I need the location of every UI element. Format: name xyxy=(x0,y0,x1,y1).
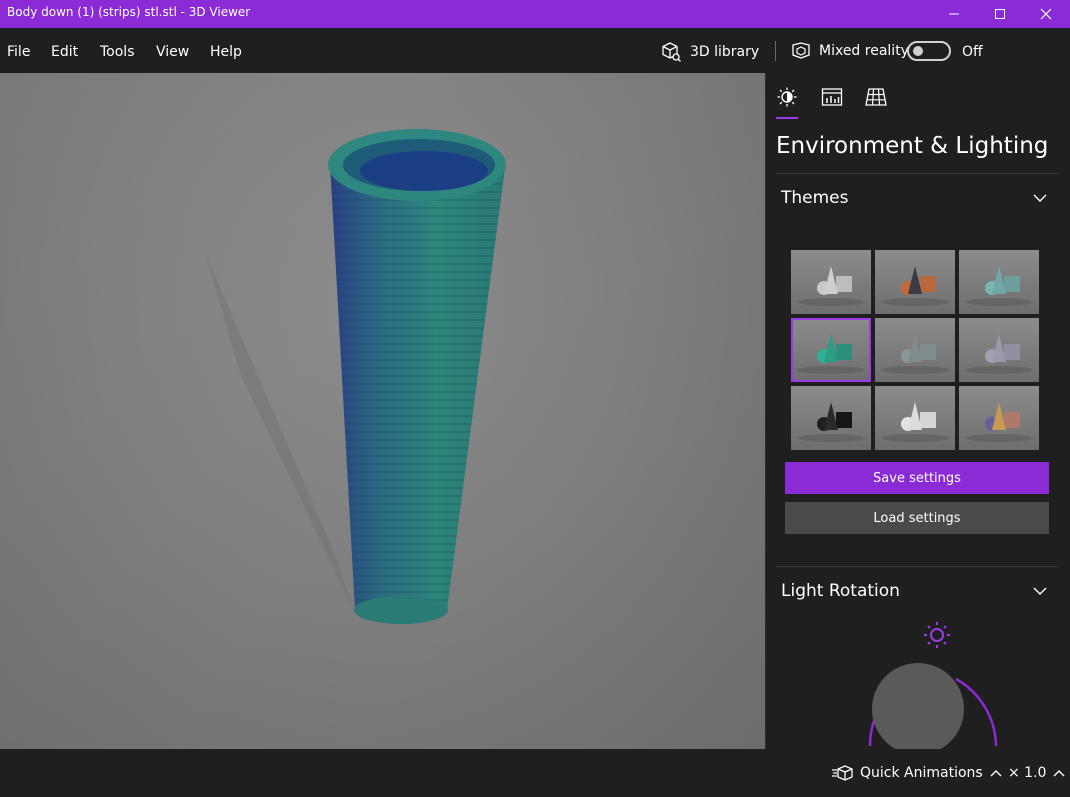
minimize-icon xyxy=(949,13,959,15)
divider xyxy=(776,566,1058,567)
chevron-down-icon[interactable] xyxy=(1032,585,1048,597)
light-rotation-section-title[interactable]: Light Rotation xyxy=(781,581,900,601)
3d-library-button[interactable]: 3D library xyxy=(660,41,759,63)
panel-title: Environment & Lighting xyxy=(776,133,1049,159)
theme-swatch[interactable] xyxy=(875,250,955,314)
load-settings-button[interactable]: Load settings xyxy=(785,502,1049,534)
window-title: Body down (1) (strips) stl.stl - 3D View… xyxy=(7,5,251,19)
stats-shading-icon xyxy=(821,88,843,106)
theme-swatch[interactable] xyxy=(959,318,1039,382)
themes-section-title[interactable]: Themes xyxy=(781,188,849,208)
theme-swatch[interactable] xyxy=(959,250,1039,314)
tab-stats-shading[interactable] xyxy=(821,87,843,107)
mixed-reality-toggle[interactable] xyxy=(907,41,951,61)
menu-tools[interactable]: Tools xyxy=(100,44,135,60)
maximize-button[interactable] xyxy=(977,0,1023,28)
quick-animations-button[interactable]: Quick Animations xyxy=(832,765,1003,781)
cube-library-icon xyxy=(662,42,681,62)
status-bar: Quick Animations × 1.0 xyxy=(0,749,1070,797)
sun-icon xyxy=(924,622,950,648)
menu-help[interactable]: Help xyxy=(210,44,242,60)
animation-cube-icon xyxy=(832,765,853,781)
maximize-icon xyxy=(995,9,1005,19)
active-tab-indicator xyxy=(776,117,798,119)
tab-grid-views[interactable] xyxy=(865,87,887,107)
menu-edit[interactable]: Edit xyxy=(51,44,78,60)
3d-viewport[interactable] xyxy=(0,73,765,749)
menu-file[interactable]: File xyxy=(7,44,30,60)
model-render xyxy=(0,73,765,749)
3d-library-label: 3D library xyxy=(690,44,760,60)
mixed-reality-icon xyxy=(792,42,810,59)
quick-animations-label: Quick Animations xyxy=(860,765,983,781)
menu-separator xyxy=(775,41,776,61)
toggle-knob xyxy=(913,46,923,56)
theme-swatch[interactable] xyxy=(791,318,871,382)
menu-view[interactable]: View xyxy=(156,44,189,60)
animation-speed-label: × 1.0 xyxy=(1008,765,1047,781)
theme-swatch[interactable] xyxy=(875,386,955,450)
mixed-reality-label: Mixed reality xyxy=(819,43,909,59)
tab-environment-lighting[interactable] xyxy=(776,87,798,107)
environment-lighting-icon xyxy=(777,87,797,107)
theme-swatch[interactable] xyxy=(791,250,871,314)
theme-swatch[interactable] xyxy=(959,386,1039,450)
chevron-up-icon xyxy=(990,770,1002,777)
toggle-state-label: Off xyxy=(962,44,983,60)
light-rotation-dial[interactable] xyxy=(766,613,1070,749)
menu-bar: File Edit Tools View Help 3D library Mix… xyxy=(0,28,1070,73)
close-button[interactable] xyxy=(1023,0,1069,28)
chevron-up-icon xyxy=(1053,770,1065,777)
theme-swatch[interactable] xyxy=(875,318,955,382)
mixed-reality-button[interactable]: Mixed reality xyxy=(791,41,909,61)
grid-views-icon xyxy=(865,88,887,106)
save-settings-button[interactable]: Save settings xyxy=(785,462,1049,494)
close-icon xyxy=(1040,8,1052,20)
title-bar: Body down (1) (strips) stl.stl - 3D View… xyxy=(0,0,1070,28)
animation-speed-button[interactable]: × 1.0 xyxy=(1008,765,1066,781)
divider xyxy=(776,173,1058,174)
side-panel: Environment & Lighting Themes Save setti… xyxy=(765,73,1070,749)
theme-swatch[interactable] xyxy=(791,386,871,450)
minimize-button[interactable] xyxy=(931,0,977,28)
light-rotation-sphere xyxy=(872,663,964,749)
chevron-down-icon[interactable] xyxy=(1032,192,1048,204)
